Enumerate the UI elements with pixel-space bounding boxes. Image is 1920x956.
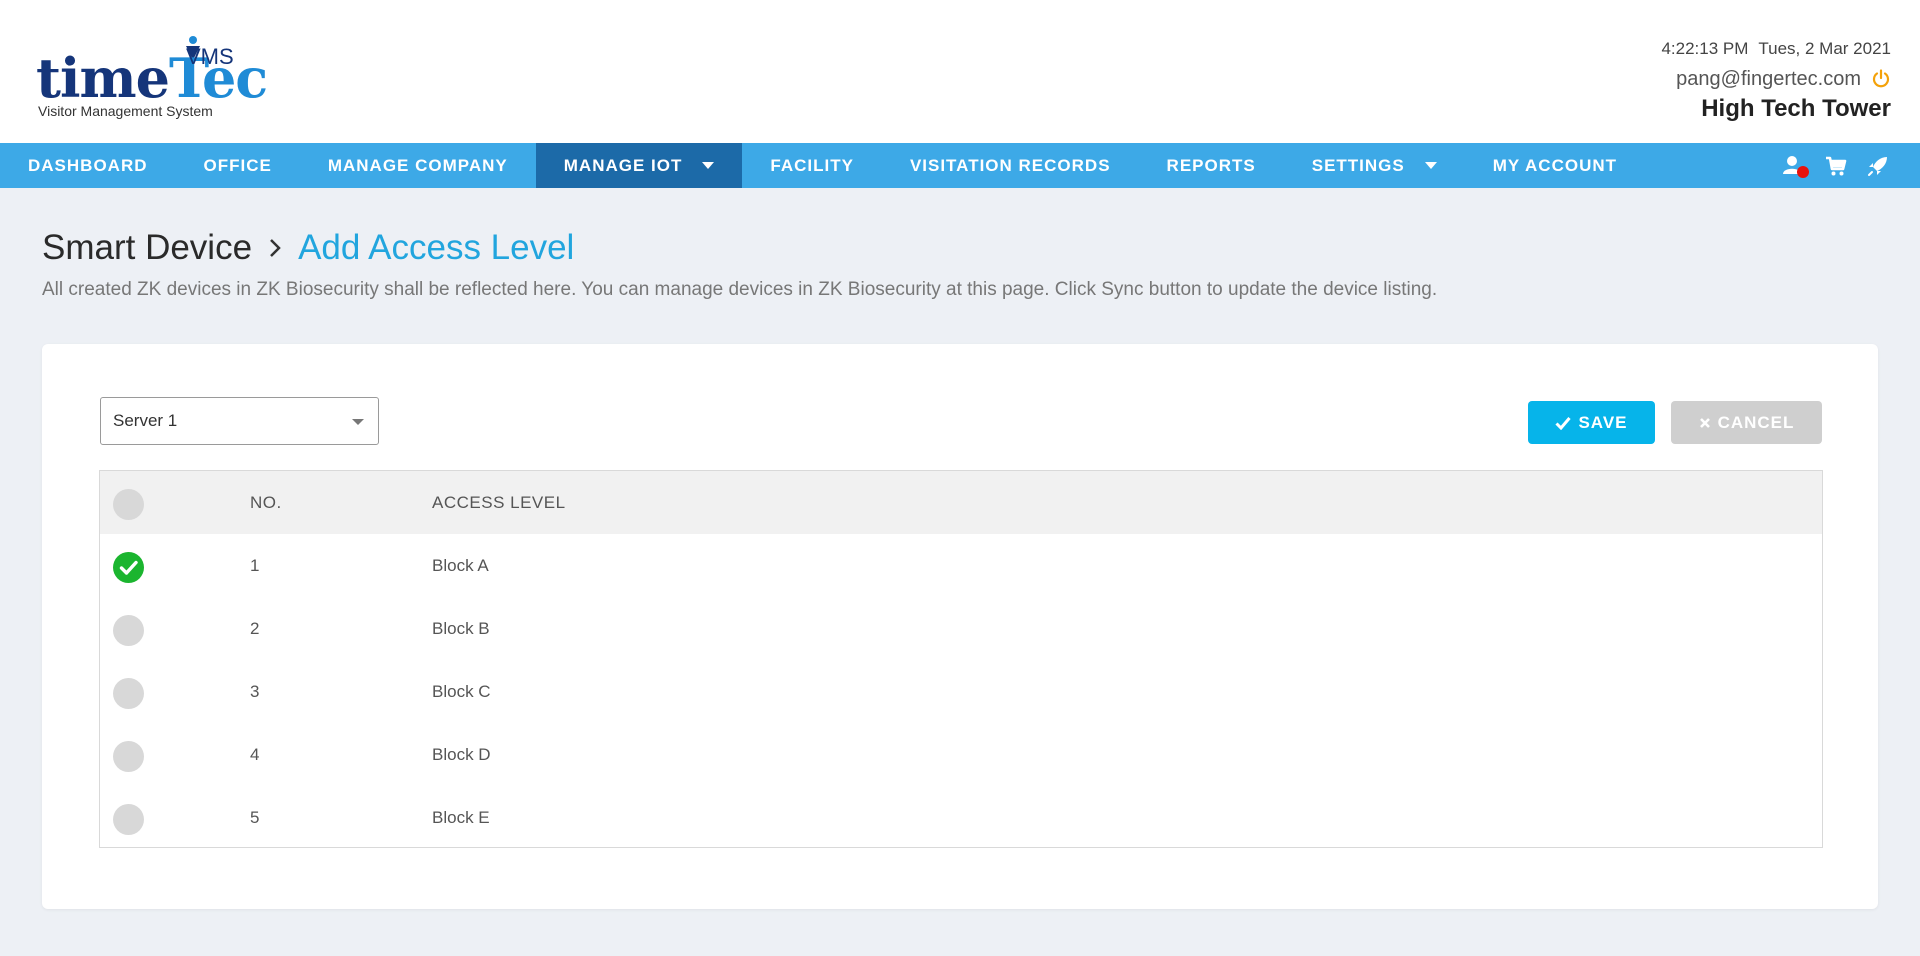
user-line: pang@fingertec.com	[1661, 62, 1891, 96]
row-no: 2	[250, 619, 260, 638]
table-row[interactable]: 2 Block B	[100, 597, 1822, 660]
server-select[interactable]: Server 1	[100, 397, 379, 445]
check-icon	[119, 560, 138, 575]
nav-my-account[interactable]: MY ACCOUNT	[1465, 143, 1645, 188]
nav-manage-iot[interactable]: MANAGE IOT	[535, 143, 743, 188]
nav-label: DASHBOARD	[28, 155, 148, 175]
row-checkbox[interactable]	[113, 615, 144, 646]
nav-reports[interactable]: REPORTS	[1139, 143, 1284, 188]
access-level-card: Server 1 SAVE CANCEL NO. ACCESS LEVEL 1 …	[42, 344, 1878, 909]
select-all-checkbox[interactable]	[113, 489, 144, 520]
chevron-right-icon	[270, 239, 281, 257]
nav-manage-company[interactable]: MANAGE COMPANY	[300, 143, 536, 188]
row-no: 3	[250, 682, 260, 701]
server-select-value: Server 1	[113, 411, 178, 430]
user-email: pang@fingertec.com	[1676, 68, 1861, 90]
timetec-vms-logo[interactable]: timeTec VMS Visitor Management System	[36, 36, 268, 126]
table-header-row: NO. ACCESS LEVEL	[100, 471, 1822, 534]
breadcrumb: Smart Device Add Access Level	[42, 226, 574, 270]
row-no: 4	[250, 745, 260, 764]
current-time: 4:22:13 PM	[1661, 39, 1749, 58]
row-checkbox-checked[interactable]	[113, 552, 144, 583]
cancel-label: CANCEL	[1717, 412, 1795, 432]
row-no: 5	[250, 808, 260, 827]
table-row[interactable]: 4 Block D	[100, 723, 1822, 786]
save-label: SAVE	[1578, 412, 1628, 432]
nav-label: REPORTS	[1166, 155, 1256, 175]
nav-icon-group	[1782, 143, 1890, 188]
table-row[interactable]: 3 Block C	[100, 660, 1822, 723]
save-button[interactable]: SAVE	[1528, 401, 1655, 444]
notification-dot	[1797, 165, 1809, 178]
row-checkbox[interactable]	[113, 678, 144, 709]
row-access-level: Block C	[432, 682, 491, 701]
nav-label: VISITATION RECORDS	[909, 155, 1111, 175]
nav-facility[interactable]: FACILITY	[742, 143, 882, 188]
logo-vms-text: VMS	[186, 44, 234, 69]
nav-label: OFFICE	[203, 155, 272, 175]
row-no: 1	[250, 556, 260, 575]
dropdown-caret-icon	[352, 419, 364, 425]
cart-icon[interactable]	[1824, 154, 1848, 178]
datetime: 4:22:13 PM Tues, 2 Mar 2021	[1661, 36, 1891, 62]
user-notification-icon[interactable]	[1782, 154, 1809, 178]
nav-label: SETTINGS	[1311, 155, 1405, 175]
chevron-down-icon	[1424, 162, 1437, 169]
power-icon[interactable]	[1871, 69, 1891, 89]
nav-label: MY ACCOUNT	[1492, 155, 1618, 175]
app-header: timeTec VMS Visitor Management System 4:…	[0, 0, 1920, 143]
row-access-level: Block E	[432, 808, 490, 827]
access-level-table: NO. ACCESS LEVEL 1 Block A 2 Block B 3 B…	[99, 470, 1823, 848]
row-access-level: Block D	[432, 745, 491, 764]
nav-visitation-records[interactable]: VISITATION RECORDS	[882, 143, 1139, 188]
nav-label: MANAGE COMPANY	[327, 155, 508, 175]
nav-label: MANAGE IOT	[563, 155, 683, 175]
page-description: All created ZK devices in ZK Biosecurity…	[42, 279, 1438, 300]
chevron-down-icon	[702, 162, 715, 169]
nav-label: FACILITY	[770, 155, 854, 175]
page-title: Add Access Level	[298, 228, 575, 267]
logo-subtitle: Visitor Management System	[38, 103, 213, 119]
company-name: High Tech Tower	[1701, 95, 1891, 122]
check-icon	[1555, 416, 1572, 430]
nav-office[interactable]: OFFICE	[176, 143, 300, 188]
row-checkbox[interactable]	[113, 741, 144, 772]
header-user-info: 4:22:13 PM Tues, 2 Mar 2021 pang@fingerte…	[1661, 36, 1891, 122]
main-nav: DASHBOARD OFFICE MANAGE COMPANY MANAGE I…	[0, 143, 1920, 188]
table-row[interactable]: 1 Block A	[100, 534, 1822, 597]
table-row[interactable]: 5 Block E	[100, 786, 1822, 849]
cancel-button[interactable]: CANCEL	[1671, 401, 1822, 444]
breadcrumb-parent[interactable]: Smart Device	[42, 226, 252, 270]
current-date: Tues, 2 Mar 2021	[1758, 39, 1891, 58]
rocket-icon[interactable]	[1866, 154, 1890, 178]
row-checkbox[interactable]	[113, 804, 144, 835]
nav-settings[interactable]: SETTINGS	[1284, 143, 1465, 188]
row-access-level: Block B	[432, 619, 490, 638]
logo-time-text: time	[36, 46, 170, 110]
close-icon	[1699, 417, 1710, 428]
column-header-access-level: ACCESS LEVEL	[432, 493, 566, 512]
column-header-no: NO.	[250, 493, 282, 512]
row-access-level: Block A	[432, 556, 489, 575]
nav-dashboard[interactable]: DASHBOARD	[0, 143, 176, 188]
